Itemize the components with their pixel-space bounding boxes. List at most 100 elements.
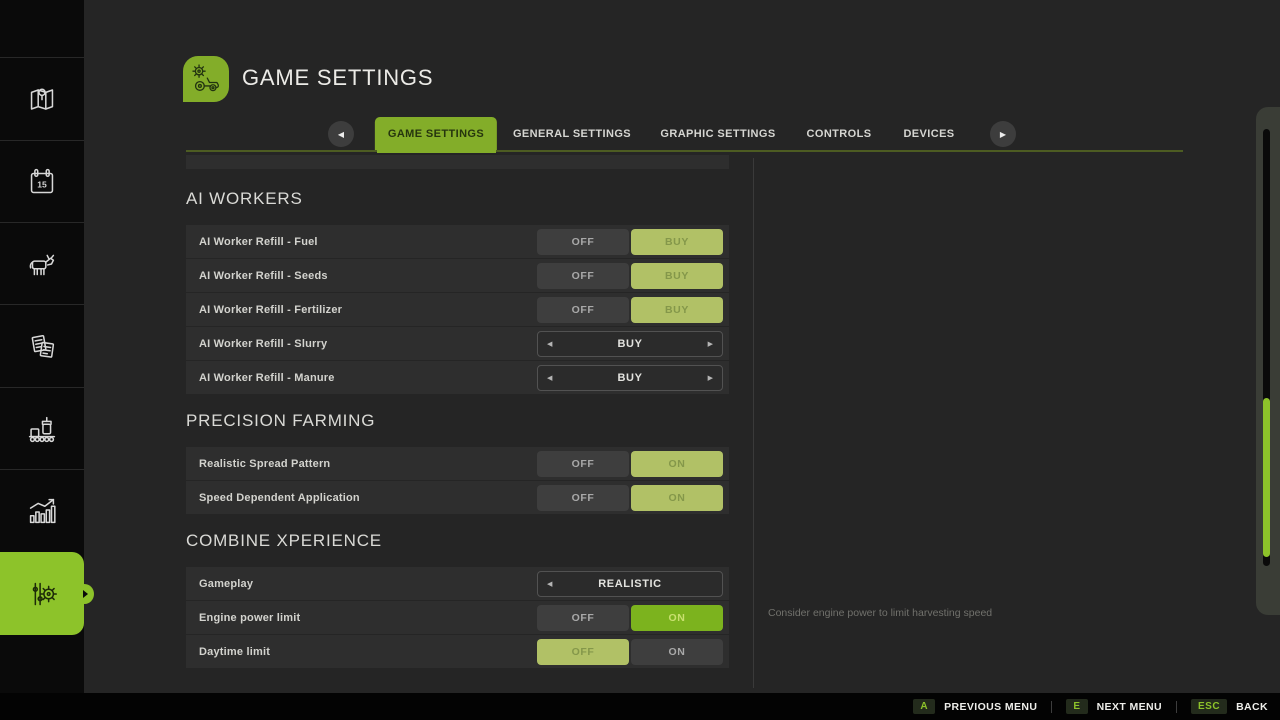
toggle-option-buy[interactable]: BUY: [631, 229, 723, 255]
settings-row-speed-dependent-application[interactable]: Speed Dependent Application OFFON: [186, 481, 729, 514]
toggle-engine-power-limit: OFFON: [537, 605, 723, 631]
sidebar-item-production[interactable]: [0, 387, 84, 470]
section-heading-ai-workers: AI WORKERS: [186, 189, 729, 211]
panel-divider: [753, 158, 754, 688]
tab-underline: [186, 150, 1183, 152]
sidebar-item-map[interactable]: [0, 57, 84, 140]
footer-action-back[interactable]: BACK: [1236, 701, 1268, 713]
setting-hint-text: Consider engine power to limit harvestin…: [768, 607, 992, 619]
tab-devices[interactable]: DEVICES: [903, 128, 954, 140]
footer-action-next-menu[interactable]: NEXT MENU: [1097, 701, 1162, 713]
calendar-day: 15: [37, 180, 47, 190]
page-title: GAME SETTINGS: [242, 65, 433, 91]
selector-value: BUY: [617, 372, 642, 384]
settings-row-ai-worker-refill-fuel[interactable]: AI Worker Refill - Fuel OFFBUY: [186, 225, 729, 258]
selector-left-arrow-icon[interactable]: ◀: [547, 340, 552, 348]
toggle-option-off[interactable]: OFF: [537, 485, 629, 511]
toggle-option-off[interactable]: OFF: [537, 605, 629, 631]
selector-left-arrow-icon[interactable]: ◀: [547, 374, 552, 382]
scrollbar: [1256, 107, 1280, 615]
footer-separator: [1051, 701, 1052, 713]
row-label: AI Worker Refill - Fuel: [186, 236, 318, 248]
row-label: Daytime limit: [186, 646, 270, 658]
settings-list: AI WORKERSAI Worker Refill - FuelOFFBUYA…: [186, 155, 729, 669]
selector-value: REALISTIC: [598, 578, 661, 590]
toggle-option-on[interactable]: ON: [631, 451, 723, 477]
sidebar-item-animals[interactable]: [0, 222, 84, 305]
tab-scroll-left-button[interactable]: ◀: [328, 121, 354, 147]
settings-row-ai-worker-refill-fertilizer[interactable]: AI Worker Refill - Fertilizer OFFBUY: [186, 293, 729, 326]
row-label: Realistic Spread Pattern: [186, 458, 330, 470]
calendar-icon: 15: [23, 163, 61, 201]
sidebar-item-calendar[interactable]: 15: [0, 140, 84, 223]
row-label: AI Worker Refill - Slurry: [186, 338, 327, 350]
toggle-option-off[interactable]: OFF: [537, 229, 629, 255]
game-settings-screen: 15: [0, 0, 1280, 720]
selector-right-arrow-icon[interactable]: ▶: [708, 340, 713, 348]
settings-row-gameplay[interactable]: Gameplay ◀ REALISTIC: [186, 567, 729, 600]
toggle-option-off[interactable]: OFF: [537, 297, 629, 323]
settings-row-engine-power-limit[interactable]: Engine power limit OFFON: [186, 601, 729, 634]
chevron-left-icon: ◀: [338, 130, 344, 139]
section-heading-precision-farming: PRECISION FARMING: [186, 411, 729, 433]
selector-ai-worker-refill-slurry[interactable]: ◀ BUY ▶: [537, 331, 723, 357]
statistics-icon: [23, 492, 61, 530]
toggle-ai-worker-refill-fertilizer: OFFBUY: [537, 297, 723, 323]
row-label: Speed Dependent Application: [186, 492, 360, 504]
key-badge-e: E: [1066, 699, 1087, 714]
selector-ai-worker-refill-manure[interactable]: ◀ BUY ▶: [537, 365, 723, 391]
section-heading-combine-xperience: COMBINE XPERIENCE: [186, 531, 729, 553]
toggle-option-on[interactable]: ON: [631, 639, 723, 665]
settings-row-ai-worker-refill-manure[interactable]: AI Worker Refill - Manure ◀ BUY ▶: [186, 361, 729, 394]
tractor-gear-icon: [186, 59, 226, 99]
partial-scrolled-row: [186, 155, 729, 169]
toggle-option-off[interactable]: OFF: [537, 639, 629, 665]
contracts-icon: [23, 327, 61, 365]
tab-graphic-settings[interactable]: GRAPHIC SETTINGS: [660, 128, 775, 140]
selector-left-arrow-icon[interactable]: ◀: [547, 580, 552, 588]
page-icon-badge: [183, 56, 229, 102]
row-label: AI Worker Refill - Manure: [186, 372, 335, 384]
toggle-option-on[interactable]: ON: [631, 485, 723, 511]
chevron-right-icon: ▶: [1000, 130, 1006, 139]
toggle-speed-dependent-application: OFFON: [537, 485, 723, 511]
key-badge-a: A: [913, 699, 935, 714]
toggle-option-on[interactable]: ON: [631, 605, 723, 631]
toggle-option-off[interactable]: OFF: [537, 263, 629, 289]
tab-underline-active: [377, 150, 496, 153]
toggle-realistic-spread-pattern: OFFON: [537, 451, 723, 477]
settings-row-ai-worker-refill-slurry[interactable]: AI Worker Refill - Slurry ◀ BUY ▶: [186, 327, 729, 360]
tab-controls[interactable]: CONTROLS: [807, 128, 872, 140]
key-badge-esc: ESC: [1191, 699, 1227, 714]
settings-row-realistic-spread-pattern[interactable]: Realistic Spread Pattern OFFON: [186, 447, 729, 480]
selector-gameplay[interactable]: ◀ REALISTIC: [537, 571, 723, 597]
settings-row-ai-worker-refill-seeds[interactable]: AI Worker Refill - Seeds OFFBUY: [186, 259, 729, 292]
sidebar-item-statistics[interactable]: [0, 469, 84, 552]
row-label: Engine power limit: [186, 612, 300, 624]
row-label: Gameplay: [186, 578, 253, 590]
toggle-ai-worker-refill-seeds: OFFBUY: [537, 263, 723, 289]
toggle-option-buy[interactable]: BUY: [631, 297, 723, 323]
scrollbar-thumb[interactable]: [1263, 398, 1270, 557]
footer-separator: [1176, 701, 1177, 713]
toggle-option-off[interactable]: OFF: [537, 451, 629, 477]
animals-icon: [23, 245, 61, 283]
footer-action-previous-menu[interactable]: PREVIOUS MENU: [944, 701, 1037, 713]
settings-icon: [23, 575, 61, 613]
row-label: AI Worker Refill - Fertilizer: [186, 304, 342, 316]
selector-value: BUY: [617, 338, 642, 350]
sidebar-item-settings[interactable]: [0, 552, 84, 635]
toggle-daytime-limit: OFFON: [537, 639, 723, 665]
toggle-option-buy[interactable]: BUY: [631, 263, 723, 289]
map-icon: [23, 80, 61, 118]
sidebar-item-contracts[interactable]: [0, 304, 84, 387]
tab-game-settings[interactable]: GAME SETTINGS: [375, 117, 497, 151]
selector-right-arrow-icon[interactable]: ▶: [708, 374, 713, 382]
sidebar: 15: [0, 0, 84, 693]
settings-row-daytime-limit[interactable]: Daytime limit OFFON: [186, 635, 729, 668]
tab-general-settings[interactable]: GENERAL SETTINGS: [513, 128, 631, 140]
scrollbar-track[interactable]: [1263, 129, 1270, 566]
row-label: AI Worker Refill - Seeds: [186, 270, 328, 282]
toggle-ai-worker-refill-fuel: OFFBUY: [537, 229, 723, 255]
tab-scroll-right-button[interactable]: ▶: [990, 121, 1016, 147]
